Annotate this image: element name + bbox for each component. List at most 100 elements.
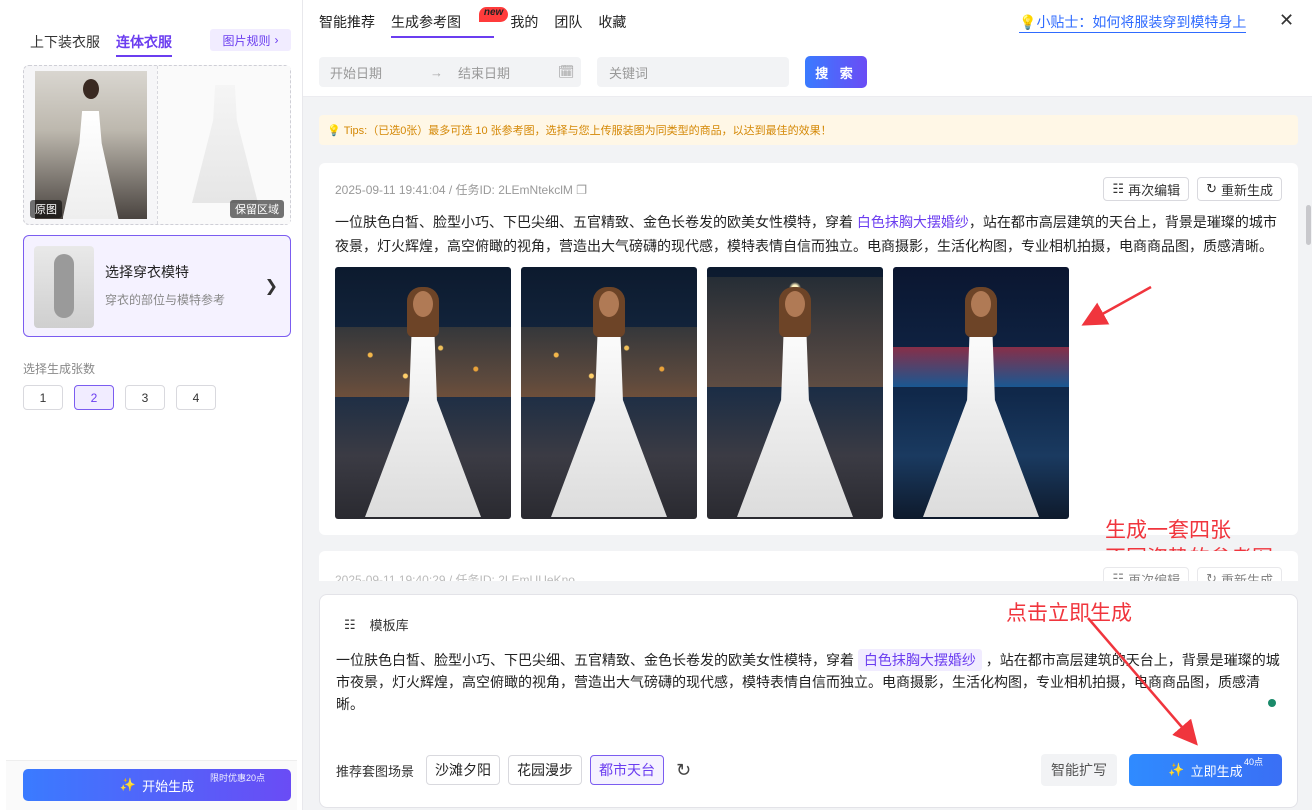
choose-model-title: 选择穿衣模特 [105, 264, 189, 280]
task-actions: ☷ 再次编辑 ↻ 重新生成 [1103, 567, 1282, 581]
regenerate-button[interactable]: ↻ 重新生成 [1197, 177, 1282, 201]
result-image-4[interactable] [893, 267, 1069, 519]
scene-chip-rooftop[interactable]: 都市天台 [590, 755, 665, 785]
new-badge: new [478, 7, 509, 22]
magic-wand-icon: ✨ [1168, 762, 1185, 777]
start-generate-label: 开始生成 [142, 778, 195, 794]
retained-region-image[interactable]: 保留区域 [157, 66, 290, 224]
task-meta-text: 2025-09-11 19:40:29 / 任务ID: 2LEmUUeKno [335, 573, 575, 581]
scene-recommendations: 推荐套图场景 沙滩夕阳 花园漫步 都市天台 ↻ [336, 755, 691, 785]
lightbulb-icon: 💡 [1019, 14, 1037, 30]
original-tag: 原图 [30, 200, 62, 218]
retained-tag: 保留区域 [230, 200, 284, 218]
end-date-field[interactable]: 结束日期 [458, 63, 558, 82]
prompt-highlight-tag[interactable]: 白色抹胸大摆婚纱 [857, 649, 982, 671]
tab-mine[interactable]: 我的 [510, 12, 538, 38]
chevron-right-icon: › [274, 33, 279, 47]
count-selector: 1 2 3 4 [23, 385, 216, 410]
image-rule-button[interactable]: 图片规则 › [210, 29, 291, 51]
tab-favorites[interactable]: 收藏 [598, 12, 626, 38]
main-panel: 智能推荐 生成参考图 new 我的 团队 收藏 💡小贴士：如何将服装穿到模特身上… [303, 0, 1312, 810]
count-option-1[interactable]: 1 [23, 385, 63, 410]
calendar-icon: 🗓 [558, 64, 575, 79]
template-library-button[interactable]: ☷ 模板库 [344, 615, 409, 634]
magic-wand-icon: ✨ [119, 777, 137, 792]
left-panel: 上下装衣服 连体衣服 图片规则 › 原图 保留区域 选择穿衣模特 穿衣的部位与模… [0, 0, 303, 810]
tips-text: Tips:（已选0张）最多可选 10 张参考图，选择与您上传服装图为同类型的商品… [343, 125, 832, 137]
original-image[interactable]: 原图 [24, 66, 157, 224]
garment-type-tabs: 上下装衣服 连体衣服 [30, 32, 172, 57]
task-description: 一位肤色白皙、脸型小巧、下巴尖细、五官精致、金色长卷发的欧美女性模特，穿着 白色… [335, 210, 1280, 258]
tip-link-label: 小贴士：如何将服装穿到模特身上 [1036, 14, 1247, 30]
count-option-2[interactable]: 2 [74, 385, 114, 410]
task-card: 2025-09-11 19:41:04 / 任务ID: 2LEmNtekclM … [319, 163, 1298, 570]
edit-again-button[interactable]: ☷ 再次编辑 [1103, 567, 1190, 582]
regenerate-button[interactable]: ↻ 重新生成 [1197, 567, 1282, 581]
count-label: 选择生成张数 [23, 362, 96, 376]
regenerate-label: 重新生成 [1220, 182, 1273, 198]
sliders-icon: ☷ [1112, 181, 1125, 196]
tab-team[interactable]: 团队 [554, 12, 582, 38]
copy-icon[interactable]: ❐ [576, 183, 587, 197]
scrollbar[interactable] [1306, 205, 1311, 245]
annotation-click-generate: 点击立即生成 [1006, 602, 1132, 625]
refresh-icon[interactable]: ↻ [676, 760, 691, 781]
lightbulb-icon: 💡 [327, 124, 344, 137]
edit-again-label: 再次编辑 [1128, 572, 1181, 582]
choose-model-subtitle: 穿衣的部位与模特参考 [105, 293, 226, 307]
prompt-textarea[interactable]: 一位肤色白皙、脸型小巧、下巴尖细、五官精致、金色长卷发的欧美女性模特，穿着 白色… [336, 649, 1281, 715]
arrow-right-icon: → [430, 64, 443, 80]
promo-badge: 限时优惠20点 [210, 773, 266, 783]
generate-cost-badge: 40点 [1244, 757, 1264, 767]
nav-tabs: 智能推荐 生成参考图 new 我的 团队 收藏 [319, 7, 626, 38]
tab-generate-reference-label: 生成参考图 [391, 14, 461, 30]
retained-photo [174, 85, 274, 205]
result-gallery [335, 267, 1069, 519]
scene-chip-beach[interactable]: 沙滩夕阳 [426, 755, 501, 785]
task-actions: ☷ 再次编辑 ↻ 重新生成 [1103, 177, 1282, 201]
tab-one-piece[interactable]: 连体衣服 [116, 32, 172, 57]
model-thumbnail [34, 246, 94, 328]
date-range-picker[interactable]: 开始日期 → 结束日期 🗓 [319, 57, 581, 87]
top-bar: 智能推荐 生成参考图 new 我的 团队 收藏 💡小贴士：如何将服装穿到模特身上… [303, 0, 1312, 97]
tips-bar: 💡 Tips:（已选0张）最多可选 10 张参考图，选择与您上传服装图为同类型的… [319, 115, 1298, 145]
prompt-text: 一位肤色白皙、脸型小巧、下巴尖细、五官精致、金色长卷发的欧美女性模特，穿着 [336, 652, 858, 668]
search-button[interactable]: 搜 索 [805, 56, 867, 88]
keyword-input[interactable]: 关键词 [597, 57, 789, 87]
chevron-right-icon: ❯ [264, 278, 278, 295]
annotation-line: 生成一套四张 [1105, 519, 1231, 542]
desc-text: 一位肤色白皙、脸型小巧、下巴尖细、五官精致、金色长卷发的欧美女性模特，穿着 [335, 214, 857, 230]
generate-now-label: 立即生成 [1190, 763, 1243, 779]
refresh-icon: ↻ [1206, 571, 1217, 581]
tab-smart-recommend[interactable]: 智能推荐 [319, 12, 375, 38]
regenerate-label: 重新生成 [1220, 572, 1273, 582]
task-card: 2025-09-11 19:40:29 / 任务ID: 2LEmUUeKno ☷… [319, 551, 1298, 581]
count-option-3[interactable]: 3 [125, 385, 165, 410]
choose-model-card[interactable]: 选择穿衣模特 穿衣的部位与模特参考 ❯ [23, 235, 291, 337]
start-date-field[interactable]: 开始日期 [330, 63, 430, 82]
edit-again-label: 再次编辑 [1128, 182, 1181, 198]
recommend-label: 推荐套图场景 [336, 763, 415, 779]
task-meta: 2025-09-11 19:41:04 / 任务ID: 2LEmNtekclM … [335, 181, 587, 198]
scene-chip-garden[interactable]: 花园漫步 [508, 755, 583, 785]
tab-generate-reference[interactable]: 生成参考图 new [391, 7, 509, 38]
grid-icon: ☷ [344, 616, 356, 632]
refresh-icon: ↻ [1206, 181, 1217, 196]
template-library-label: 模板库 [369, 618, 409, 633]
prompt-editor: ☷ 模板库 一位肤色白皙、脸型小巧、下巴尖细、五官精致、金色长卷发的欧美女性模特… [319, 594, 1298, 808]
task-meta-text: 2025-09-11 19:41:04 / 任务ID: 2LEmNtekclM [335, 183, 573, 197]
original-photo [34, 71, 147, 219]
image-rule-label: 图片规则 [222, 33, 271, 48]
tab-two-piece[interactable]: 上下装衣服 [30, 32, 100, 57]
close-icon[interactable]: ✕ [1279, 10, 1294, 31]
result-image-3[interactable] [707, 267, 883, 519]
count-option-4[interactable]: 4 [176, 385, 216, 410]
edit-again-button[interactable]: ☷ 再次编辑 [1103, 177, 1190, 201]
result-image-2[interactable] [521, 267, 697, 519]
tip-link[interactable]: 💡小贴士：如何将服装穿到模特身上 [1019, 12, 1247, 33]
smart-expand-button[interactable]: 智能扩写 [1041, 754, 1117, 786]
sliders-icon: ☷ [1112, 571, 1125, 581]
upload-area[interactable]: 原图 保留区域 [23, 65, 291, 225]
status-dot [1268, 699, 1276, 707]
result-image-1[interactable] [335, 267, 511, 519]
